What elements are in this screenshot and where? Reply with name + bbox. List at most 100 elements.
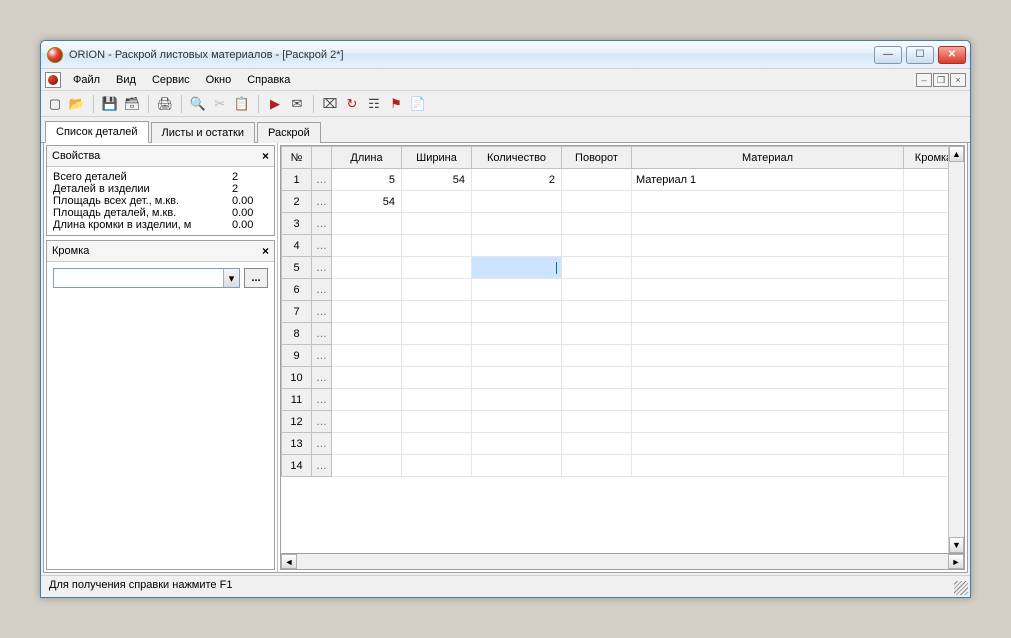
- tab-cutting[interactable]: Раскрой: [257, 122, 321, 143]
- row-header[interactable]: 14: [282, 455, 312, 477]
- grid-cell[interactable]: [562, 191, 632, 213]
- row-ellipsis-button[interactable]: …: [312, 235, 332, 257]
- row-ellipsis-button[interactable]: …: [312, 323, 332, 345]
- cut-icon[interactable]: ✂: [212, 96, 228, 112]
- grid-cell[interactable]: [332, 213, 402, 235]
- grid-cell[interactable]: [472, 257, 562, 279]
- grid-cell[interactable]: [632, 279, 904, 301]
- grid-cell[interactable]: [472, 191, 562, 213]
- row-header[interactable]: 12: [282, 411, 312, 433]
- grid-cell[interactable]: [332, 257, 402, 279]
- resize-grip-icon[interactable]: [954, 581, 968, 595]
- grid-cell[interactable]: [332, 279, 402, 301]
- grid-cell[interactable]: [472, 455, 562, 477]
- new-icon[interactable]: ▢: [47, 96, 63, 112]
- edge-combo[interactable]: ▾: [53, 268, 240, 288]
- col-width[interactable]: Ширина: [402, 147, 472, 169]
- grid-cell[interactable]: [402, 323, 472, 345]
- table-row[interactable]: 3…: [282, 213, 964, 235]
- grid-cell[interactable]: [402, 191, 472, 213]
- col-qty[interactable]: Количество: [472, 147, 562, 169]
- find-icon[interactable]: 🔍: [190, 96, 206, 112]
- grid-cell[interactable]: [632, 455, 904, 477]
- grid-cell[interactable]: [632, 301, 904, 323]
- grid-cell[interactable]: [562, 323, 632, 345]
- table-row[interactable]: 6…: [282, 279, 964, 301]
- col-number[interactable]: №: [282, 147, 312, 169]
- grid-cell[interactable]: [332, 389, 402, 411]
- grid-cell[interactable]: [562, 301, 632, 323]
- parts-grid[interactable]: № Длина Ширина Количество Поворот Матери…: [280, 145, 965, 554]
- delete-icon[interactable]: ⌧: [322, 96, 338, 112]
- mdi-minimize-button[interactable]: –: [916, 73, 932, 87]
- grid-cell[interactable]: [562, 213, 632, 235]
- grid-cell[interactable]: [632, 367, 904, 389]
- grid-cell[interactable]: [332, 411, 402, 433]
- row-header[interactable]: 8: [282, 323, 312, 345]
- grid-cell[interactable]: [402, 455, 472, 477]
- grid-cell[interactable]: [402, 257, 472, 279]
- grid-cell[interactable]: [562, 279, 632, 301]
- row-header[interactable]: 1: [282, 169, 312, 191]
- row-ellipsis-button[interactable]: …: [312, 213, 332, 235]
- col-length[interactable]: Длина: [332, 147, 402, 169]
- properties-close-icon[interactable]: ×: [262, 149, 269, 163]
- table-row[interactable]: 9…: [282, 345, 964, 367]
- grid-cell[interactable]: [402, 389, 472, 411]
- grid-cell[interactable]: [402, 213, 472, 235]
- grid-cell[interactable]: [402, 235, 472, 257]
- table-row[interactable]: 7…: [282, 301, 964, 323]
- vertical-scrollbar[interactable]: ▲ ▼: [948, 146, 964, 553]
- titlebar[interactable]: ORION - Раскрой листовых материалов - [Р…: [41, 41, 970, 69]
- chevron-down-icon[interactable]: ▾: [223, 269, 239, 287]
- grid-cell[interactable]: [632, 257, 904, 279]
- grid-cell[interactable]: [562, 257, 632, 279]
- row-header[interactable]: 11: [282, 389, 312, 411]
- row-ellipsis-button[interactable]: …: [312, 411, 332, 433]
- grid-cell[interactable]: [332, 455, 402, 477]
- table-row[interactable]: 14…: [282, 455, 964, 477]
- table-row[interactable]: 1…5542Материал 1: [282, 169, 964, 191]
- tab-sheets[interactable]: Листы и остатки: [151, 122, 255, 143]
- row-ellipsis-button[interactable]: …: [312, 169, 332, 191]
- table-row[interactable]: 13…: [282, 433, 964, 455]
- col-rotation[interactable]: Поворот: [562, 147, 632, 169]
- grid-cell[interactable]: [402, 279, 472, 301]
- menu-view[interactable]: Вид: [108, 71, 144, 89]
- row-ellipsis-button[interactable]: …: [312, 455, 332, 477]
- edge-browse-button[interactable]: ...: [244, 268, 268, 288]
- grid-cell[interactable]: [472, 213, 562, 235]
- grid-cell[interactable]: [632, 235, 904, 257]
- row-ellipsis-button[interactable]: …: [312, 191, 332, 213]
- row-header[interactable]: 7: [282, 301, 312, 323]
- mdi-close-button[interactable]: ×: [950, 73, 966, 87]
- minimize-button[interactable]: —: [874, 46, 902, 64]
- table-row[interactable]: 11…: [282, 389, 964, 411]
- save-all-icon[interactable]: 🗃: [124, 96, 140, 112]
- grid-cell[interactable]: 2: [472, 169, 562, 191]
- scroll-left-icon[interactable]: ◄: [281, 554, 297, 569]
- menu-help[interactable]: Справка: [239, 71, 298, 89]
- row-header[interactable]: 4: [282, 235, 312, 257]
- grid-cell[interactable]: [562, 411, 632, 433]
- grid-cell[interactable]: [472, 433, 562, 455]
- edge-close-icon[interactable]: ×: [262, 244, 269, 258]
- row-header[interactable]: 2: [282, 191, 312, 213]
- mdi-doc-icon[interactable]: [45, 72, 61, 88]
- row-ellipsis-button[interactable]: …: [312, 367, 332, 389]
- grid-cell[interactable]: [562, 235, 632, 257]
- mail-icon[interactable]: ✉: [289, 96, 305, 112]
- row-header[interactable]: 6: [282, 279, 312, 301]
- menu-window[interactable]: Окно: [198, 71, 240, 89]
- grid-cell[interactable]: [472, 323, 562, 345]
- row-header[interactable]: 3: [282, 213, 312, 235]
- grid-cell[interactable]: [632, 433, 904, 455]
- grid-cell[interactable]: [472, 301, 562, 323]
- flag-icon[interactable]: ⚑: [388, 96, 404, 112]
- grid-cell[interactable]: [332, 235, 402, 257]
- table-row[interactable]: 5…: [282, 257, 964, 279]
- menu-file[interactable]: Файл: [65, 71, 108, 89]
- row-header[interactable]: 9: [282, 345, 312, 367]
- grid-cell[interactable]: 5: [332, 169, 402, 191]
- row-ellipsis-button[interactable]: …: [312, 389, 332, 411]
